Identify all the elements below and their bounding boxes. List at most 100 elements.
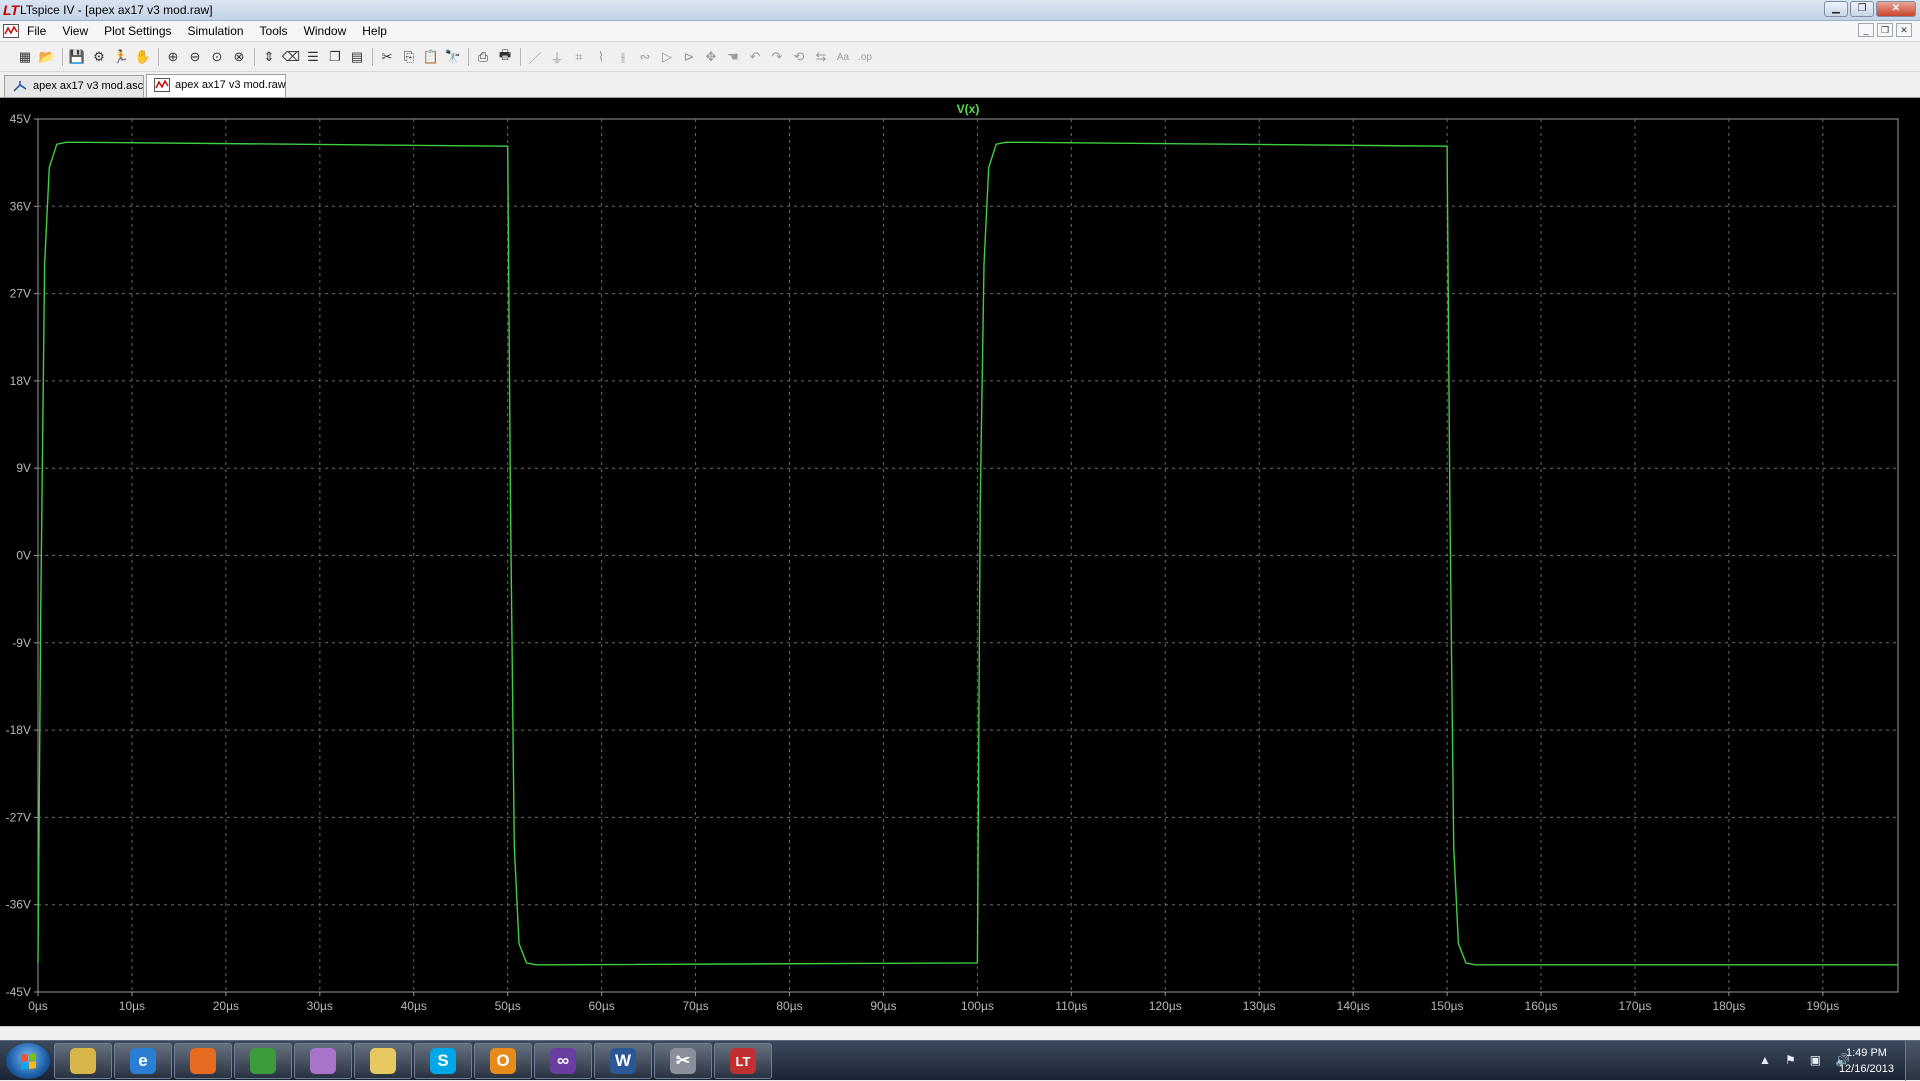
tab-schematic[interactable]: apex ax17 v3 mod.asc [4, 75, 144, 97]
copy-icon[interactable]: ⎘ [398, 47, 420, 67]
mdi-minimize-button[interactable]: _ [1858, 23, 1874, 37]
paste-icon[interactable]: 📋 [420, 47, 442, 67]
menu-view[interactable]: View [62, 24, 88, 38]
inductor-icon[interactable]: ∾ [634, 47, 656, 67]
zoom-fit-icon[interactable]: ⊙ [206, 47, 228, 67]
mdi-close-button[interactable]: ✕ [1896, 23, 1912, 37]
tile-horizontal-icon[interactable]: ☰ [302, 47, 324, 67]
word-icon: W [610, 1048, 636, 1074]
clock[interactable]: 1:49 PM 12/16/2013 [1839, 1045, 1894, 1077]
y-tick-label: 9V [16, 461, 31, 475]
x-tick-label: 180µs [1712, 999, 1745, 1013]
open-icon[interactable]: 📂 [36, 47, 58, 67]
resistor-icon[interactable]: ⌇ [590, 47, 612, 67]
run-icon[interactable]: 🏃 [110, 47, 132, 67]
menu-help[interactable]: Help [362, 24, 387, 38]
redo-icon[interactable]: ↷ [766, 47, 788, 67]
print-setup-icon[interactable]: ⎙ [472, 47, 494, 67]
wire-icon[interactable]: ／ [524, 47, 546, 67]
find-icon[interactable]: 🔭 [442, 47, 464, 67]
toolbar-separator [516, 47, 524, 67]
menu-tools[interactable]: Tools [260, 24, 288, 38]
mirror-icon[interactable]: ⇆ [810, 47, 832, 67]
show-hidden-icons-icon[interactable]: ▲ [1759, 1053, 1771, 1067]
taskbar-chrome-button[interactable] [234, 1043, 292, 1079]
waveform-window-icon[interactable] [3, 24, 19, 38]
halt-icon[interactable]: ✋ [132, 47, 154, 67]
rotate-icon[interactable]: ⟲ [788, 47, 810, 67]
menu-plot-settings[interactable]: Plot Settings [104, 24, 171, 38]
taskbar-firefox-button[interactable] [174, 1043, 232, 1079]
x-tick-label: 50µs [495, 999, 521, 1013]
taskbar: e S O ∞ W ✂ LT ▲ ⚑ ▣ 🔊 1:49 PM 12/16/2013 [0, 1040, 1920, 1081]
spice-directive-icon[interactable]: .op [854, 47, 876, 67]
autorange-icon[interactable]: ⇕ [258, 47, 280, 67]
taskbar-visual-studio-button[interactable]: ∞ [534, 1043, 592, 1079]
drag-icon[interactable]: ☚ [722, 47, 744, 67]
menu-simulation[interactable]: Simulation [188, 24, 244, 38]
diode-icon[interactable]: ▷ [656, 47, 678, 67]
control-panel-icon[interactable]: ⚙ [88, 47, 110, 67]
delete-trace-icon[interactable]: ⌫ [280, 47, 302, 67]
show-desktop-button[interactable] [1905, 1041, 1920, 1081]
taskbar-skype-button[interactable]: S [414, 1043, 472, 1079]
toolbar: ▦ 📂 💾 ⚙ 🏃 ✋ ⊕ ⊖ ⊙ ⊗ ⇕ ⌫ ☰ ❐ ▤ ✂ ⎘ 📋 🔭 ⎙ 🖶 ／ ⏚ ⌗ ⌇ ⫲ ∾ ▷ ⊳ ✥ ☚ ↶ ↷ ⟲ ⇆ Aa .op [0, 42, 1920, 72]
x-tick-label: 160µs [1525, 999, 1558, 1013]
zoom-out-icon[interactable]: ⊖ [184, 47, 206, 67]
mdi-restore-button[interactable]: ❐ [1877, 23, 1893, 37]
text-icon[interactable]: Aa [832, 47, 854, 67]
taskbar-ltspice-button[interactable]: LT [714, 1043, 772, 1079]
x-tick-label: 80µs [776, 999, 802, 1013]
minimize-button[interactable]: ▁ [1824, 1, 1848, 17]
print-icon[interactable]: 🖶 [494, 47, 516, 67]
x-tick-label: 10µs [119, 999, 145, 1013]
tile-icon[interactable]: ▤ [346, 47, 368, 67]
network-icon[interactable]: ▣ [1810, 1053, 1821, 1067]
menu-bar: File View Plot Settings Simulation Tools Wind… [0, 21, 1920, 42]
internet-explorer-icon: e [130, 1048, 156, 1074]
label-icon[interactable]: ⌗ [568, 47, 590, 67]
close-button[interactable]: ✕ [1876, 1, 1916, 17]
undo-icon[interactable]: ↶ [744, 47, 766, 67]
ltspice-app-icon[interactable]: LT [3, 3, 19, 17]
tab-waveform[interactable]: apex ax17 v3 mod.raw [146, 74, 286, 97]
cascade-icon[interactable]: ❐ [324, 47, 346, 67]
menu-window[interactable]: Window [304, 24, 347, 38]
cut-icon[interactable]: ✂ [376, 47, 398, 67]
new-schematic-icon[interactable]: ▦ [14, 47, 36, 67]
trace-label[interactable]: V(x) [957, 102, 980, 116]
toolbar-separator [58, 47, 66, 67]
taskbar-tools-button[interactable]: ✂ [654, 1043, 712, 1079]
save-icon[interactable]: 💾 [66, 47, 88, 67]
component-icon[interactable]: ⊳ [678, 47, 700, 67]
taskbar-outlook-button[interactable]: O [474, 1043, 532, 1079]
menu-file[interactable]: File [27, 24, 46, 38]
taskbar-explorer-button[interactable] [54, 1043, 112, 1079]
taskbar-internet-explorer-button[interactable]: e [114, 1043, 172, 1079]
window-title: LTspice IV - [apex ax17 v3 mod.raw] [20, 3, 213, 17]
visual-studio-icon: ∞ [550, 1048, 576, 1074]
x-tick-label: 20µs [213, 999, 239, 1013]
clock-time: 1:49 PM [1845, 1047, 1887, 1059]
taskbar-word-button[interactable]: W [594, 1043, 652, 1079]
y-tick-label: 18V [10, 374, 31, 388]
waveform-chart[interactable]: 45V 36V 27V 18V 9V 0V -9V -18V -27V -36V -45V0µs 10… [0, 98, 1920, 1026]
zoom-cancel-icon[interactable]: ⊗ [228, 47, 250, 67]
move-icon[interactable]: ✥ [700, 47, 722, 67]
ground-icon[interactable]: ⏚ [546, 47, 568, 67]
capacitor-icon[interactable]: ⫲ [612, 47, 634, 67]
taskbar-folder-button[interactable] [354, 1043, 412, 1079]
x-tick-label: 140µs [1337, 999, 1370, 1013]
x-tick-label: 100µs [961, 999, 994, 1013]
waveform-plot-pane[interactable]: 45V 36V 27V 18V 9V 0V -9V -18V -27V -36V -45V 0µs 10… [0, 98, 1920, 1026]
outlook-icon: O [490, 1048, 516, 1074]
schematic-tab-icon [13, 81, 27, 92]
zoom-in-icon[interactable]: ⊕ [162, 47, 184, 67]
ltspice-icon: LT [730, 1048, 756, 1074]
maximize-button[interactable]: ❐ [1850, 1, 1874, 17]
taskbar-paint-button[interactable] [294, 1043, 352, 1079]
toolbar-separator [154, 47, 162, 67]
start-button[interactable] [6, 1043, 50, 1079]
x-tick-label: 130µs [1243, 999, 1276, 1013]
action-center-flag-icon[interactable]: ⚑ [1785, 1053, 1796, 1067]
